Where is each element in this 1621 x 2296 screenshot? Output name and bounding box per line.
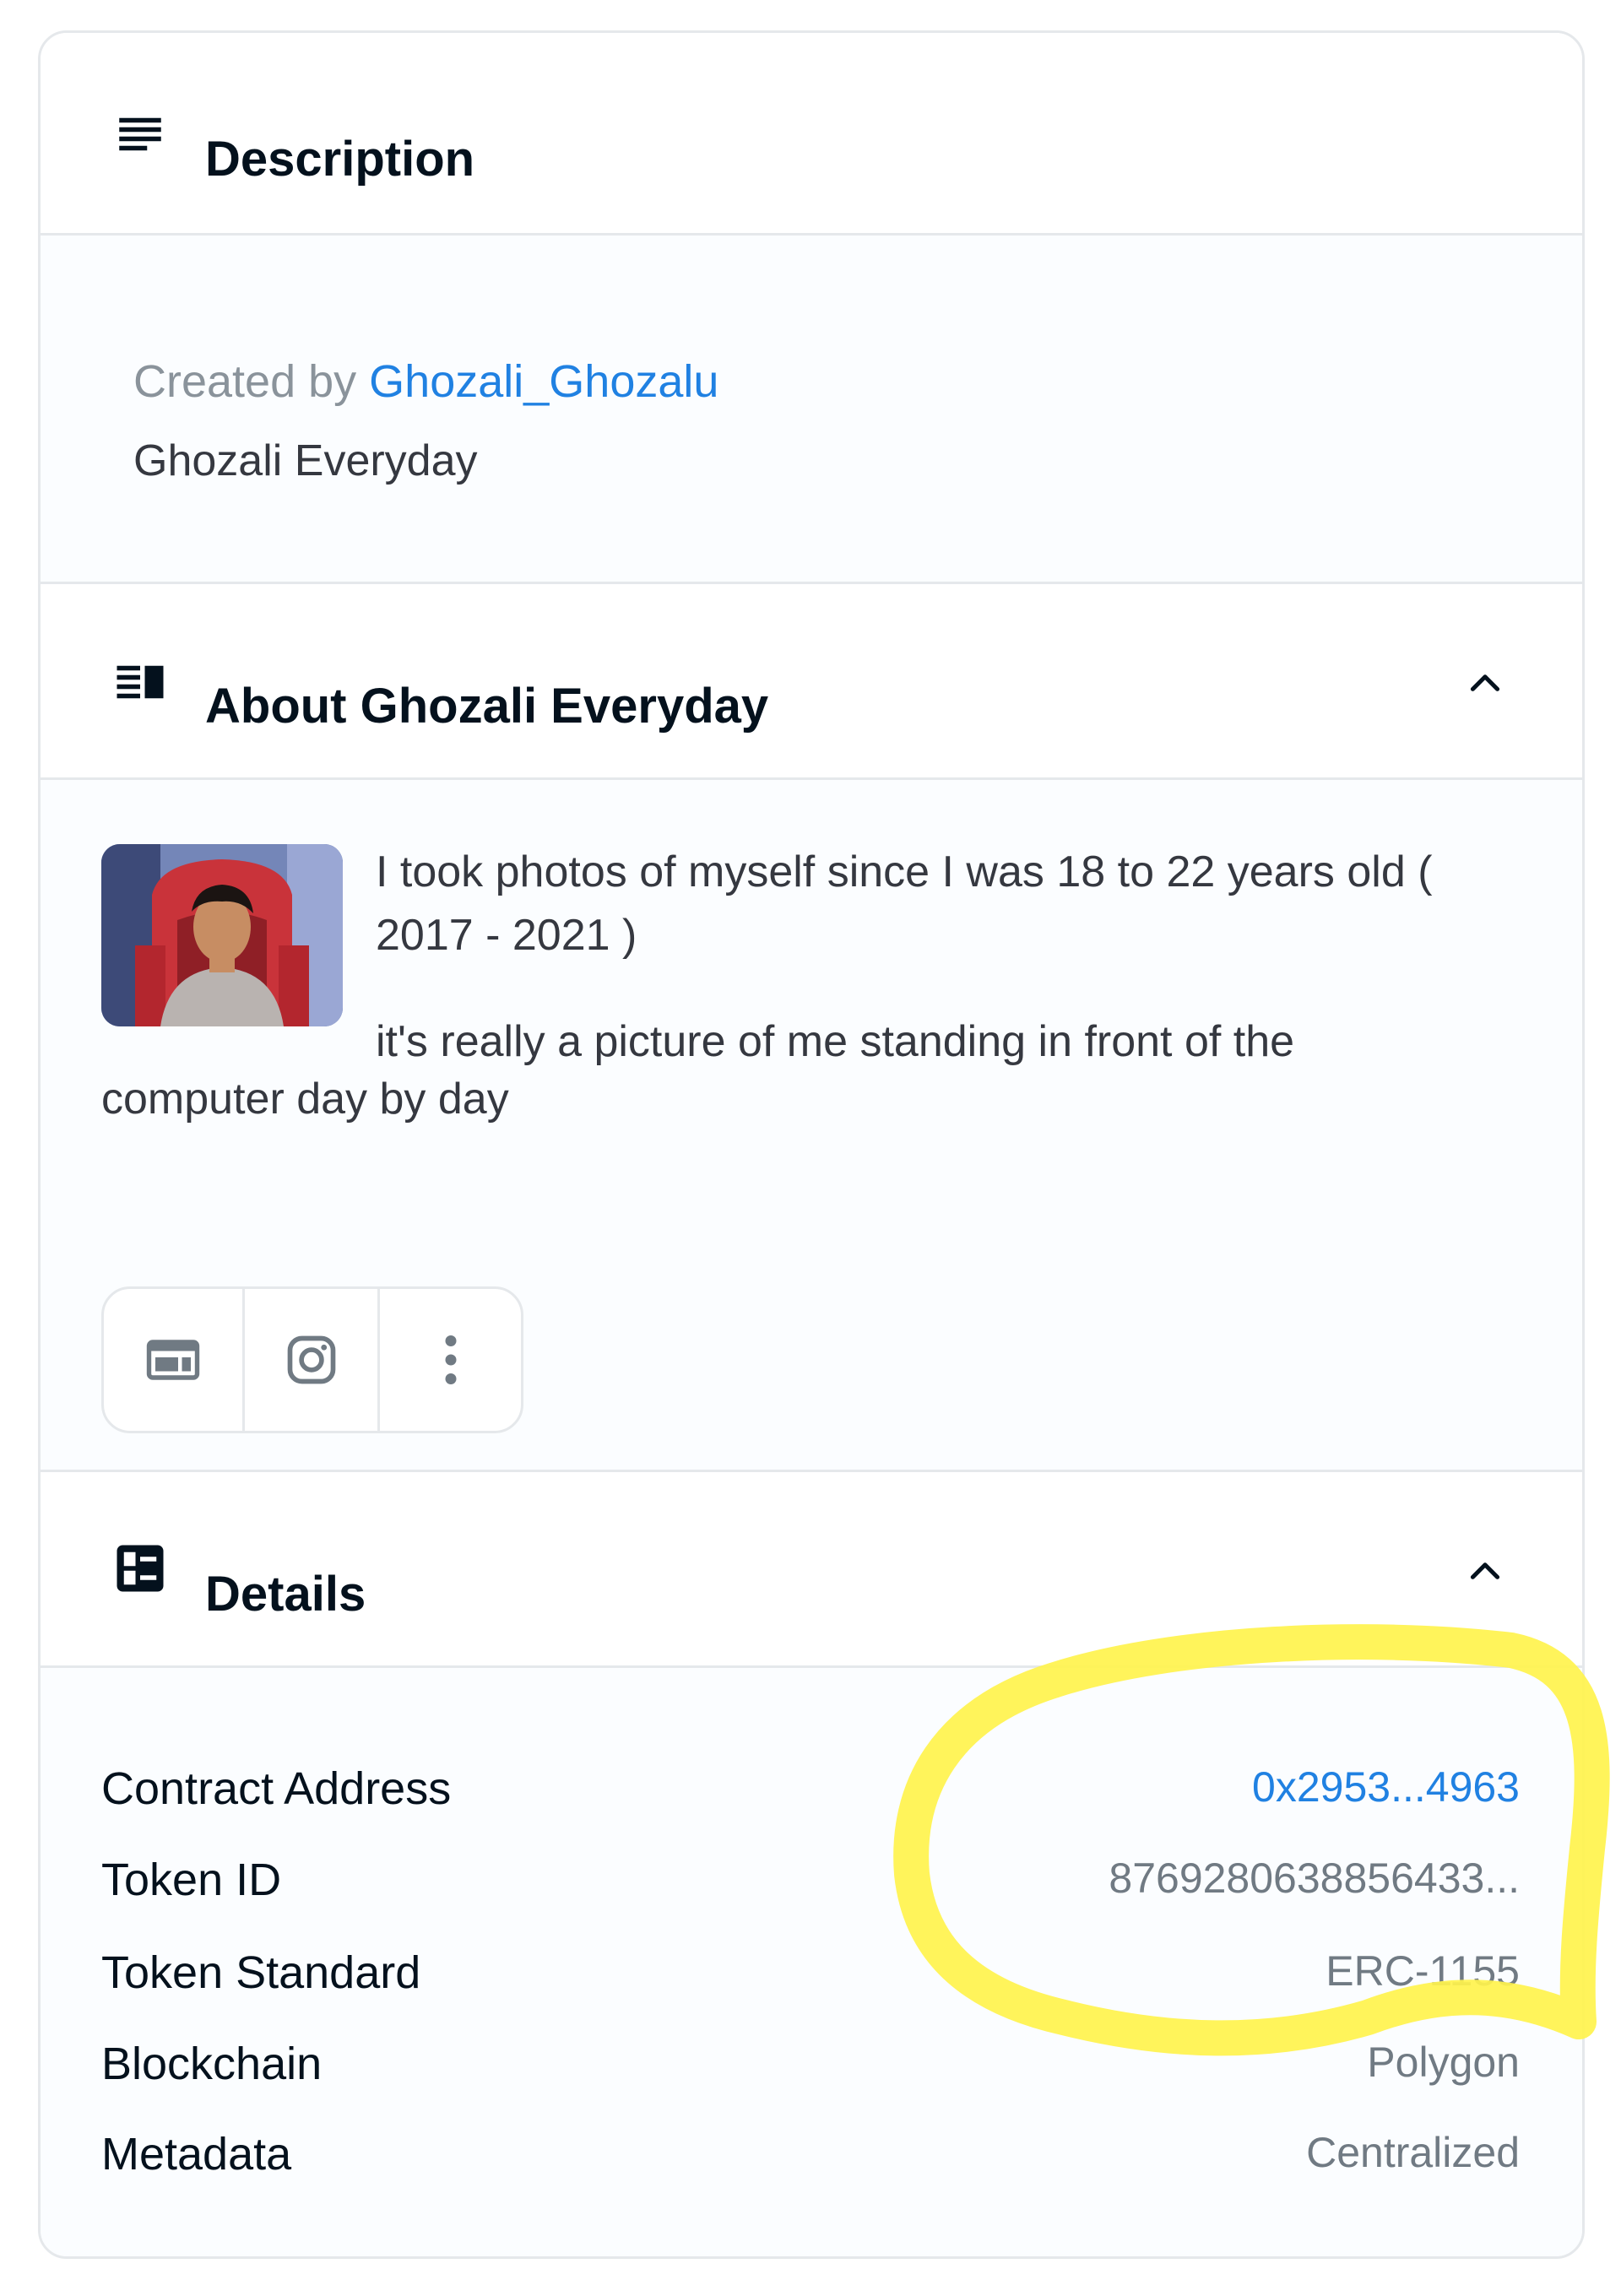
detail-row: Blockchain Polygon: [101, 2038, 1520, 2097]
about-paragraph-1: I took photos of myself since I was 18 t…: [376, 847, 1433, 960]
dashboard-icon: [117, 1545, 164, 1592]
website-icon: [146, 1340, 200, 1380]
about-header[interactable]: About Ghozali Everyday: [41, 584, 1582, 780]
detail-label: Token ID: [101, 1855, 282, 1905]
detail-label: Metadata: [101, 2129, 292, 2180]
social-links-group: [101, 1286, 523, 1433]
detail-row: Metadata Centralized: [101, 2128, 1520, 2187]
collection-avatar: [101, 844, 343, 1026]
asset-info-card: Description Created by Ghozali_Ghozalu G…: [38, 30, 1585, 2259]
description-title: Description: [205, 132, 475, 187]
about-paragraph-2-start: it's really a picture of me standing in …: [376, 1017, 1295, 1066]
expand-less-icon[interactable]: [1464, 1549, 1506, 1591]
description-body: Created by Ghozali_Ghozalu Ghozali Every…: [41, 236, 1582, 584]
about-paragraph-2-end: computer day by day: [101, 1075, 509, 1124]
detail-row: Token Standard ERC-1155: [101, 1947, 1520, 2006]
description-text: Ghozali Everyday: [133, 436, 478, 485]
blockchain-value: Polygon: [1367, 2039, 1520, 2086]
detail-row: Token ID 8769280638856433...: [101, 1854, 1520, 1913]
created-by-label: Created by: [133, 356, 357, 407]
description-header[interactable]: Description: [41, 33, 1582, 236]
instagram-icon: [287, 1335, 335, 1384]
website-button[interactable]: [104, 1289, 242, 1431]
details-title: Details: [205, 1567, 366, 1622]
more-options-button[interactable]: [377, 1289, 521, 1431]
detail-label: Blockchain: [101, 2039, 323, 2089]
details-header[interactable]: Details: [41, 1472, 1582, 1668]
metadata-value: Centralized: [1306, 2129, 1520, 2176]
avatar-photo: [101, 844, 343, 1026]
token-id-value[interactable]: 8769280638856433...: [1109, 1854, 1520, 1903]
detail-row: Contract Address 0x2953...4963: [101, 1763, 1520, 1822]
detail-label: Token Standard: [101, 1947, 421, 1998]
about-body: I took photos of myself since I was 18 t…: [41, 780, 1582, 1472]
article-icon: [117, 665, 164, 699]
subject-icon: [119, 117, 161, 151]
detail-label: Contract Address: [101, 1763, 452, 1814]
details-body: Contract Address 0x2953...4963 Token ID …: [41, 1668, 1582, 2256]
more-vertical-icon: [445, 1335, 456, 1384]
creator-link[interactable]: Ghozali_Ghozalu: [369, 356, 718, 407]
about-title: About Ghozali Everyday: [205, 679, 769, 734]
contract-address-link[interactable]: 0x2953...4963: [1252, 1763, 1520, 1811]
instagram-button[interactable]: [242, 1289, 377, 1431]
expand-less-icon[interactable]: [1464, 661, 1506, 703]
token-standard-value: ERC-1155: [1326, 1947, 1520, 1995]
created-by-line: Created by Ghozali_Ghozalu: [133, 355, 718, 408]
